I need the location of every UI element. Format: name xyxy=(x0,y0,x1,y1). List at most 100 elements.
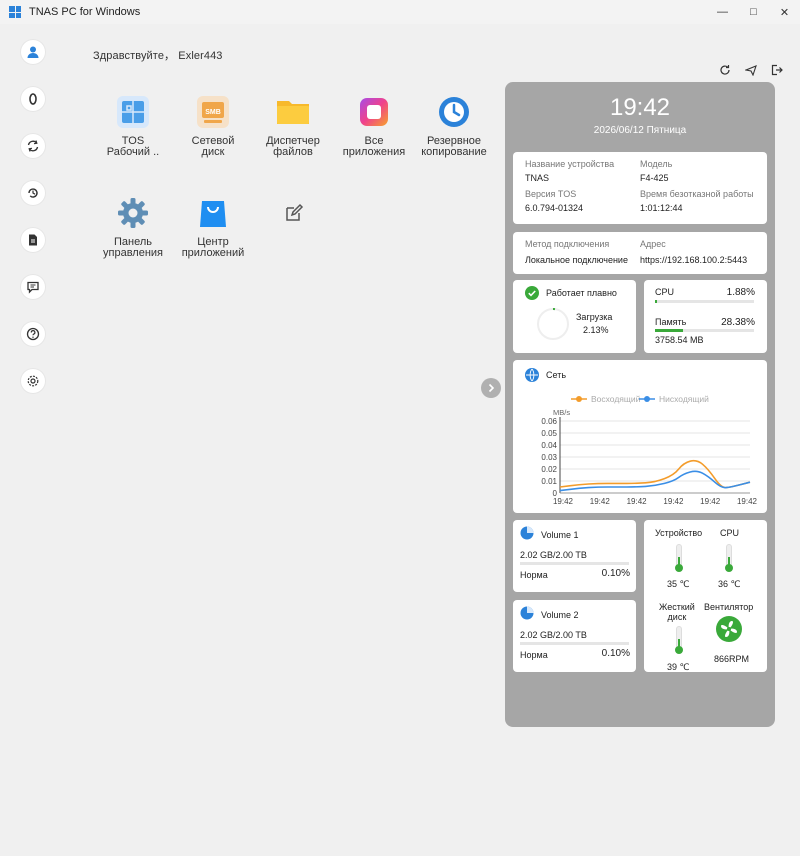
connection-card: Метод подключения Локальное подключение … xyxy=(513,232,767,274)
y-tick-label: 0.05 xyxy=(541,429,557,438)
pie-chart-icon xyxy=(520,526,534,540)
clock-date: 2026/06/12 Пятница xyxy=(593,125,687,136)
tnas-logo-icon xyxy=(9,6,21,18)
sidebar-sync-button[interactable] xyxy=(21,134,45,158)
memory-label: Память xyxy=(655,317,687,327)
logout-icon xyxy=(771,64,783,76)
memory-bar xyxy=(655,329,754,332)
status-card: Работает плавно Загрузка 2.13% xyxy=(513,280,636,353)
y-tick-label: 0.04 xyxy=(541,441,557,450)
settings-gear-icon xyxy=(27,375,39,387)
cpu-bar-fill xyxy=(655,300,657,303)
message-icon xyxy=(27,281,39,294)
volume-bar xyxy=(520,562,629,565)
disk-temp-label: Жесткий диск xyxy=(659,602,695,622)
sidebar-message-button[interactable] xyxy=(21,275,45,299)
sidebar-user-button[interactable] xyxy=(21,40,45,64)
memory-used-value: 3758.54 MB xyxy=(655,335,704,345)
logout-button[interactable] xyxy=(769,62,785,78)
edit-icon xyxy=(283,202,305,224)
expand-panel-button[interactable] xyxy=(481,378,501,398)
tos-version-label: Версия TOS xyxy=(525,189,577,199)
shopping-bag-icon xyxy=(195,195,231,231)
app-label: Центр приложений xyxy=(181,236,245,259)
app-file-manager[interactable]: Диспетчер файлов xyxy=(253,94,333,158)
disk-temp-value: 39 ℃ xyxy=(667,662,690,672)
volume-card: Volume 2 2.02 GB/2.00 TB Норма 0.10% xyxy=(513,600,636,672)
network-chart: Восходящий Нисходящий MB/s0.06 0.05 0.04 0.03… xyxy=(541,394,758,506)
cpu-bar xyxy=(655,300,754,303)
refresh-button[interactable] xyxy=(717,62,733,78)
sidebar-help-button[interactable] xyxy=(21,322,45,346)
app-control-panel[interactable]: Панель управления xyxy=(93,195,173,259)
app-tos-desktop[interactable]: TOS Рабочий .. xyxy=(93,94,173,158)
network-card: Сеть Восходящий Нисходящий MB/s 0.06 0.05 0.0… xyxy=(513,360,767,513)
smb-network-drive-icon: SMB xyxy=(195,94,231,130)
device-name-value: TNAS xyxy=(525,173,550,183)
x-tick-label: 19:42 xyxy=(553,497,574,506)
folder-icon xyxy=(275,94,311,130)
volume-name: Volume 2 xyxy=(541,610,579,620)
document-icon xyxy=(29,234,37,246)
maximize-button[interactable]: □ xyxy=(738,0,769,24)
device-temp-value: 35 ℃ xyxy=(667,579,690,589)
volume-name: Volume 1 xyxy=(541,530,579,540)
svg-text:SMB: SMB xyxy=(205,109,221,116)
app-label: Резервное копирование xyxy=(421,135,487,158)
y-axis-unit: MB/s xyxy=(553,408,570,417)
edit-apps-button[interactable] xyxy=(254,202,334,224)
y-tick-label: 0.03 xyxy=(541,453,557,462)
cpu-temp-value: 36 ℃ xyxy=(718,579,741,589)
close-button[interactable]: ✕ xyxy=(769,0,800,24)
status-text: Работает плавно xyxy=(546,288,617,298)
uptime-label: Время безотказной работы xyxy=(640,189,754,199)
sidebar-zero-button[interactable] xyxy=(21,87,45,111)
volume-percent: 0.10% xyxy=(601,648,630,659)
pie-chart-icon xyxy=(520,606,534,620)
app-backup[interactable]: Резервное копирование xyxy=(414,94,494,158)
x-tick-label: 19:42 xyxy=(663,497,684,506)
minimize-button[interactable]: — xyxy=(707,0,738,24)
volume-bar xyxy=(520,642,629,645)
load-label: Загрузка xyxy=(576,312,613,322)
chevron-right-icon xyxy=(488,383,495,393)
sync-icon xyxy=(27,140,39,152)
thermometer-icon xyxy=(675,626,683,654)
app-all-apps[interactable]: Все приложения xyxy=(334,94,414,158)
connection-method-label: Метод подключения xyxy=(525,239,610,249)
x-tick-label: 19:42 xyxy=(737,497,758,506)
backup-history-icon xyxy=(28,188,38,198)
window-titlebar: TNAS PC for Windows — □ ✕ xyxy=(0,0,800,24)
sidebar-backup-button[interactable] xyxy=(21,181,45,205)
sidebar-settings-button[interactable] xyxy=(21,369,45,393)
memory-value: 28.38% xyxy=(721,317,755,328)
app-label: Панель управления xyxy=(103,236,163,259)
clock-time: 19:42 xyxy=(609,94,671,121)
system-status-panel: 19:42 2026/06/12 Пятница Название устрой… xyxy=(505,82,775,727)
greeting-text: Здравствуйте， Exler443 xyxy=(93,50,223,62)
resources-card: CPU 1.88% Память 28.38% 3758.54 MB xyxy=(644,280,767,353)
legend-marker xyxy=(644,396,650,402)
load-gauge xyxy=(537,307,569,340)
sidebar xyxy=(0,24,66,856)
user-icon xyxy=(27,46,39,58)
thermometer-icon xyxy=(675,544,683,572)
fan-speed-value: 866RPM xyxy=(714,654,750,664)
address-value: https://192.168.100.2:5443 xyxy=(640,255,748,265)
send-button[interactable] xyxy=(743,62,759,78)
device-name-label: Название устройства xyxy=(525,159,615,169)
connection-method-value: Локальное подключение xyxy=(525,255,628,265)
model-value: F4-425 xyxy=(640,173,669,183)
volume-status: Норма xyxy=(520,570,548,580)
app-network-drive[interactable]: SMB Сетевой диск xyxy=(173,94,253,158)
tos-desktop-icon xyxy=(115,94,151,130)
backup-clock-icon xyxy=(436,94,472,130)
uptime-value: 1:01:12:44 xyxy=(640,203,683,213)
x-tick-label: 19:42 xyxy=(590,497,611,506)
app-app-center[interactable]: Центр приложений xyxy=(173,195,253,259)
send-icon xyxy=(745,65,757,76)
y-tick-label: 0.06 xyxy=(541,417,557,426)
memory-bar-fill xyxy=(655,329,684,332)
cpu-value: 1.88% xyxy=(726,287,755,298)
sidebar-document-button[interactable] xyxy=(21,228,45,252)
